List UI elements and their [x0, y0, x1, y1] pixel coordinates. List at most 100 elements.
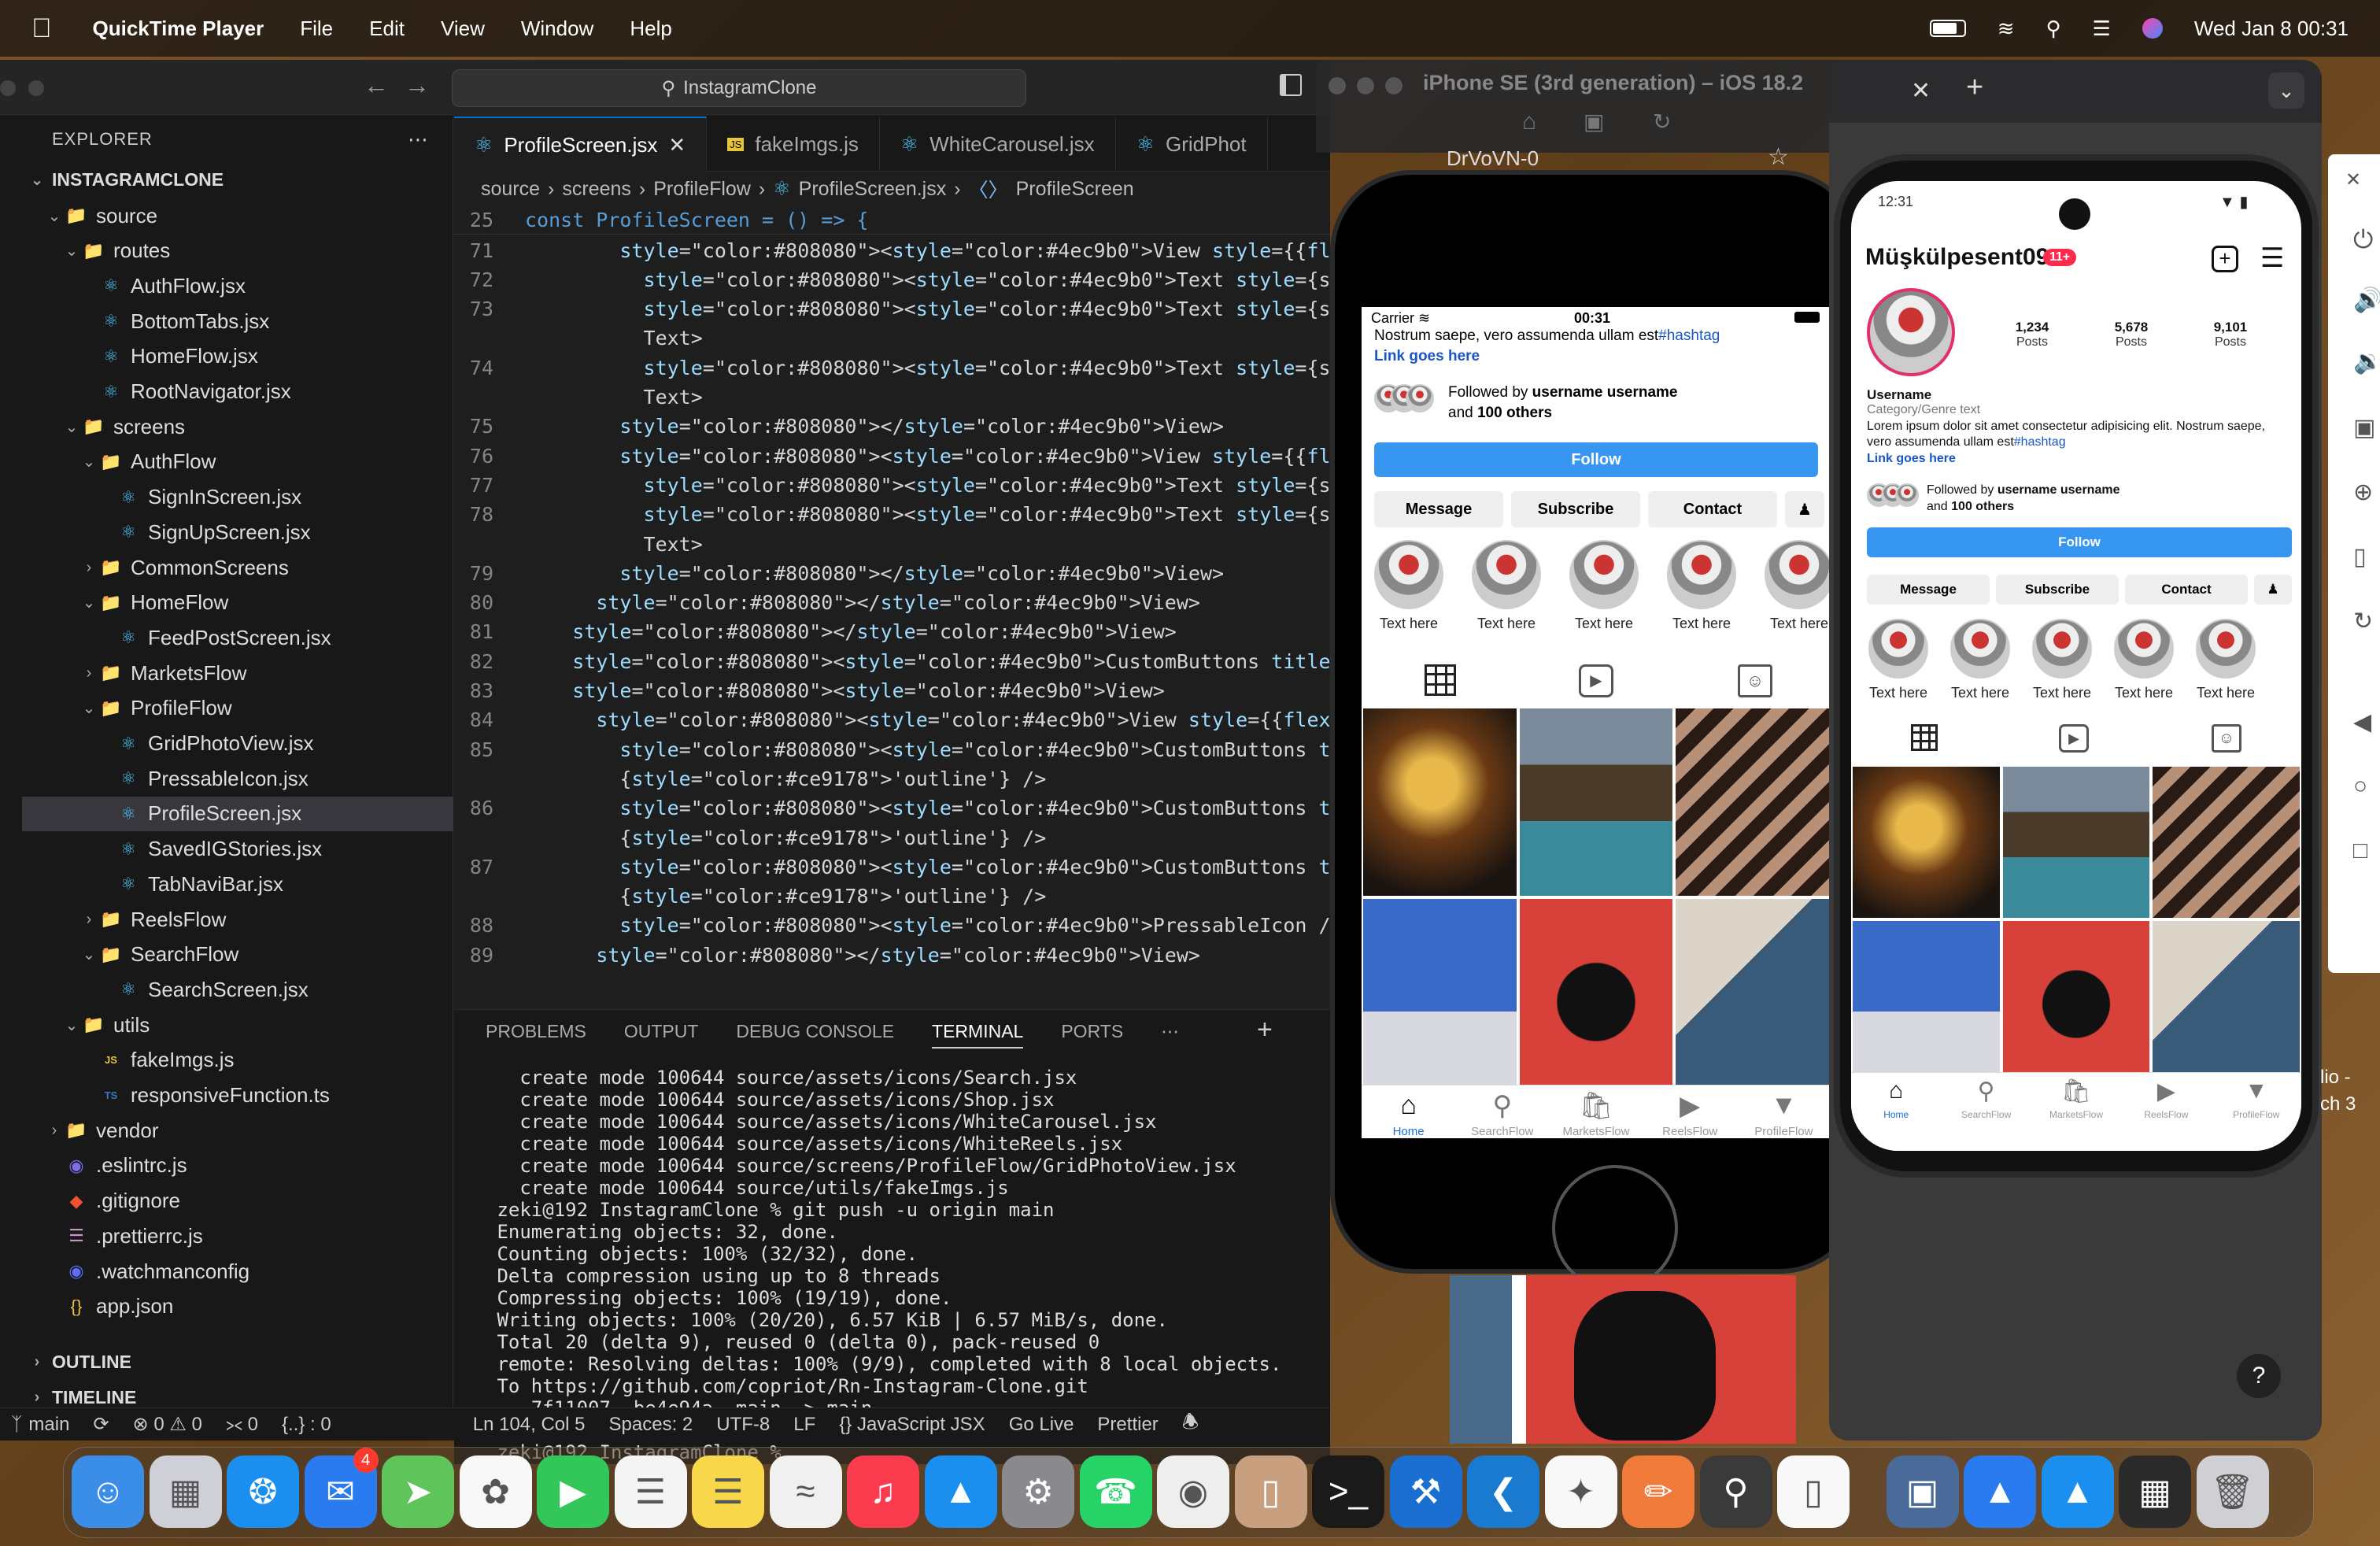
toggle-sidebar-icon[interactable]	[1280, 74, 1302, 96]
tree-item-fakeimgs-js[interactable]: JS fakeImgs.js	[22, 1043, 453, 1078]
follow-button[interactable]: Follow	[1374, 442, 1818, 477]
menubar-clock[interactable]: Wed Jan 8 00:31	[2194, 17, 2349, 41]
encoding[interactable]: UTF-8	[716, 1414, 770, 1436]
tab-label-searchflow[interactable]: SearchFlow	[1455, 1125, 1549, 1138]
story-highlight-avatar[interactable]	[1868, 619, 1928, 679]
bookmark-star-icon[interactable]: ☆	[1768, 143, 1789, 171]
zoom-in-icon[interactable]: ⊕	[2353, 479, 2373, 506]
indentation[interactable]: Spaces: 2	[609, 1414, 693, 1436]
safari-icon[interactable]: ❂	[227, 1455, 299, 1528]
tagged-tab-icon[interactable]: ☺	[2212, 724, 2241, 753]
tree-item-pressableicon-jsx[interactable]: ⚛ PressableIcon.jsx	[22, 761, 453, 796]
tree-item-profilescreen-jsx[interactable]: ⚛ ProfileScreen.jsx	[22, 796, 453, 831]
tree-item-signinscreen-jsx[interactable]: ⚛ SignInScreen.jsx	[22, 480, 453, 515]
tab-whitecarousel[interactable]: ⚛ WhiteCarousel.jsx	[880, 117, 1116, 172]
tree-item-rootnavigator-jsx[interactable]: ⚛ RootNavigator.jsx	[22, 375, 453, 409]
grid-photo[interactable]	[1363, 708, 1517, 896]
tree-item--gitignore[interactable]: ◆ .gitignore	[22, 1184, 453, 1219]
git-branch[interactable]: main	[28, 1414, 69, 1436]
help-button[interactable]: ?	[2237, 1354, 2281, 1398]
grid-photo[interactable]	[1363, 899, 1517, 1086]
menu-view[interactable]: View	[441, 17, 485, 41]
breadcrumb-item[interactable]: ProfileFlow	[653, 178, 751, 201]
tree-item-profileflow[interactable]: ⌄ 📁 ProfileFlow	[22, 691, 453, 726]
tree-item-responsivefunction-ts[interactable]: TS responsiveFunction.ts	[22, 1078, 453, 1113]
menu-edit[interactable]: Edit	[369, 17, 405, 41]
tree-item-homeflow[interactable]: ⌄ 📁 HomeFlow	[22, 586, 453, 620]
line-ending[interactable]: LF	[793, 1414, 815, 1436]
volume-up-icon[interactable]: 🔊	[2353, 287, 2380, 314]
story-highlight-avatar[interactable]	[2114, 619, 2174, 679]
tree-item-authflow-jsx[interactable]: ⚛ AuthFlow.jsx	[22, 268, 453, 303]
new-terminal-icon[interactable]: +	[1257, 1015, 1273, 1045]
freeform-icon[interactable]: ≈	[769, 1455, 842, 1528]
sync-icon[interactable]: ⟳	[93, 1413, 109, 1436]
camera-icon[interactable]: ▣	[2353, 414, 2375, 442]
home-icon[interactable]: ○	[2353, 773, 2367, 800]
menu-icon[interactable]: ☰	[2260, 242, 2284, 274]
reels-tab-icon[interactable]: ▶	[2059, 724, 2089, 753]
apple-menu-icon[interactable]: 	[31, 13, 52, 44]
close-icon[interactable]: ✕	[2345, 168, 2361, 191]
power-icon[interactable]: ⏻	[2353, 225, 2373, 255]
message-button[interactable]: Message	[1867, 575, 1990, 605]
project-root[interactable]: ⌄ INSTAGRAMCLONE	[22, 162, 453, 197]
instruments-icon[interactable]: ▲	[2041, 1455, 2114, 1528]
window-close-button[interactable]	[0, 80, 16, 96]
bell-icon[interactable]: 🕭	[1182, 1408, 1199, 1441]
story-highlight-avatar[interactable]	[1569, 540, 1639, 609]
go-live[interactable]: Go Live	[1009, 1414, 1074, 1436]
story-highlight-avatar[interactable]	[1472, 540, 1541, 609]
spotlight-search-icon[interactable]: ⚲	[2046, 17, 2061, 41]
outline-section[interactable]: › OUTLINE	[22, 1344, 453, 1379]
xcode-icon[interactable]: ⚒	[1389, 1455, 1462, 1528]
search-icon[interactable]: ⚲	[1941, 1078, 2031, 1105]
home-icon[interactable]: ⌂	[1522, 109, 1536, 135]
back-arrow-icon[interactable]: ←	[364, 71, 389, 100]
window-minimize-button[interactable]	[28, 80, 44, 96]
follow-button[interactable]: Follow	[1867, 527, 2292, 557]
breadcrumb-item[interactable]: screens	[562, 178, 631, 201]
profile-icon[interactable]: ▼	[2212, 1078, 2301, 1104]
home-icon[interactable]: ⌂	[1851, 1078, 1941, 1104]
tab-label-marketsflow[interactable]: MarketsFlow	[1549, 1125, 1643, 1138]
story-highlight-avatar[interactable]	[2032, 619, 2092, 679]
forward-arrow-icon[interactable]: →	[405, 71, 430, 100]
app-store-icon[interactable]: ▲	[924, 1455, 997, 1528]
bio-link[interactable]: Link goes here	[1374, 348, 1480, 365]
tree-item-marketsflow[interactable]: › 📁 MarketsFlow	[22, 656, 453, 690]
close-icon[interactable]: ✕	[668, 133, 686, 157]
tab-label-searchflow[interactable]: SearchFlow	[1941, 1109, 2031, 1120]
home-icon[interactable]: ⌂	[1362, 1090, 1455, 1121]
system-settings-icon[interactable]: ⚙	[1002, 1455, 1074, 1528]
tagged-tab-icon[interactable]: ☺	[1738, 664, 1772, 697]
chrome-icon[interactable]: ◉	[1157, 1455, 1229, 1528]
grid-photo[interactable]	[1519, 899, 1673, 1086]
vscode-icon[interactable]: ❮	[1467, 1455, 1539, 1528]
iphone-mirroring-icon[interactable]: ▯	[1234, 1455, 1307, 1528]
reels-tab-icon[interactable]: ▶	[1579, 664, 1613, 697]
tree-item-savedigstories-jsx[interactable]: ⚛ SavedIGStories.jsx	[22, 832, 453, 867]
story-highlight-avatar[interactable]	[1374, 540, 1443, 609]
profile-icon[interactable]: ▼	[1737, 1090, 1831, 1121]
grid-photo[interactable]	[1519, 708, 1673, 896]
tree-item--prettierrc-js[interactable]: ☰ .prettierrc.js	[22, 1219, 453, 1253]
tab-label-home[interactable]: Home	[1362, 1125, 1455, 1138]
notes-icon[interactable]: ☰	[692, 1455, 764, 1528]
rotate-right-icon[interactable]: ↻	[2353, 608, 2373, 635]
ports-count[interactable]: ⪥ 0	[226, 1414, 258, 1436]
quicktime-icon[interactable]: ⚲	[1699, 1455, 1772, 1528]
android-studio-icon[interactable]: ▯	[1777, 1455, 1850, 1528]
tab-debug-console[interactable]: DEBUG CONSOLE	[736, 1021, 894, 1049]
new-tab-icon[interactable]: +	[1966, 71, 1983, 105]
terminal-icon[interactable]: >_	[1312, 1455, 1384, 1528]
overview-icon[interactable]: □	[2353, 838, 2367, 864]
tab-label-marketsflow[interactable]: MarketsFlow	[2031, 1109, 2121, 1120]
tab-terminal[interactable]: TERMINAL	[932, 1021, 1024, 1049]
story-highlight-avatar[interactable]	[2196, 619, 2256, 679]
tree-item-commonscreens[interactable]: › 📁 CommonScreens	[22, 550, 453, 585]
grid-photo[interactable]	[1676, 899, 1829, 1086]
breadcrumb-item[interactable]: source	[481, 178, 540, 201]
terminal-output[interactable]: create mode 100644 source/assets/icons/S…	[486, 1067, 1320, 1463]
preview-icon[interactable]: ▣	[1886, 1455, 1959, 1528]
